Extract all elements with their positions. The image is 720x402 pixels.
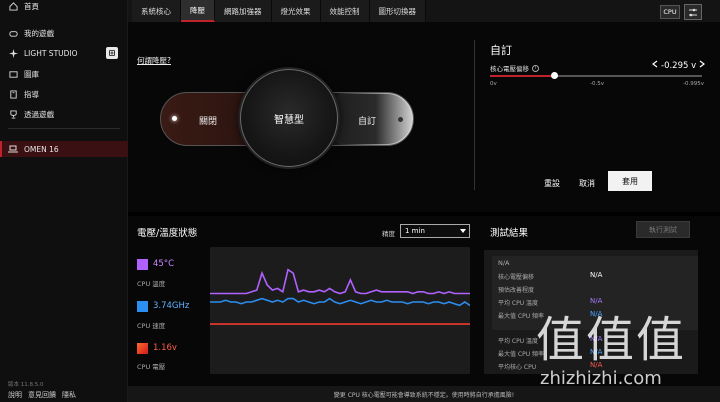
tab-performance-control[interactable]: 效能控制 [320,0,370,22]
mode-off-indicator [172,116,177,121]
granularity-select[interactable]: 1 min [400,224,470,238]
sidebar-item-label: 圖庫 [24,69,39,79]
mode-off-button[interactable]: 關閉 [199,114,217,127]
sidebar-item-home[interactable]: 首頁 [0,0,128,14]
cpu-temp-value: 45°C [153,259,175,269]
sidebar-item-gallery[interactable]: 圖庫 [0,66,128,82]
panel-divider [474,40,475,190]
sidebar-item-label: 首頁 [24,1,39,11]
offset-stepper: -0.295 v [652,60,706,71]
add-icon [109,50,115,56]
cancel-button[interactable]: 取消 [579,178,595,189]
chevron-left-icon[interactable] [652,60,658,71]
run-test-button[interactable]: 執行測試 [636,221,690,238]
sidebar-item-play-to-win[interactable]: 透過遊戲 [0,106,128,122]
result-label: 平均 CPU 溫度 [498,300,539,307]
sidebar-item-label: 我的遊戲 [24,28,54,38]
slider-tick-mid: -0.5v [590,81,604,87]
cpu-temp-label: CPU 溫度 [137,280,166,288]
add-button[interactable] [106,47,118,59]
guide-icon [8,89,18,99]
sidebar-item-label: OMEN 16 [24,144,59,154]
chart-series-line-1 [210,297,471,307]
privacy-link[interactable]: 隱私 [62,390,76,400]
sliders-icon [689,8,697,16]
status-title: 電壓/溫度狀態 [137,228,198,239]
slider-tick-min: 0v [490,81,497,87]
slider-tick-max: -0.995v [683,81,704,87]
watermark-logo: 值值值 [536,312,687,368]
gamepad-icon [8,28,18,38]
sidebar-item-omen-16[interactable]: OMEN 16 [0,141,128,157]
mode-custom-button[interactable]: 自訂 [358,114,376,127]
cpu-voltage-swatch [137,343,148,354]
result-value: N/A [590,271,603,279]
offset-label: 核心電壓偏移 [490,65,529,73]
sidebar-item-label: 透過遊戲 [24,109,54,119]
cpu-voltage-value: 1.16v [153,343,177,353]
what-is-undervolt-link[interactable]: 何謂降壓? [137,55,171,66]
tab-undervolt[interactable]: 降壓 [181,0,215,22]
sidebar-item-label: 指導 [24,89,39,99]
result-label: 預估改善程度 [498,287,535,294]
slider-handle[interactable] [550,72,558,79]
feedback-link[interactable]: 意見回饋 [28,390,56,400]
laptop-icon [8,144,18,154]
sidebar-divider [8,128,120,129]
cpu-voltage-label: CPU 電壓 [137,363,166,371]
cpu-speed-swatch [137,301,148,312]
sidebar: 首頁 我的遊戲 LIGHT STUDIO 圖庫 指導 透過遊戲 OMEN 16 … [0,0,128,402]
home-icon [8,1,18,11]
results-na-header: N/A [498,259,510,267]
result-label: 平均核心 CPU [498,364,537,371]
sidebar-item-my-games[interactable]: 我的遊戲 [0,25,128,41]
dropdown-arrow-icon [460,229,466,233]
slider-fill [490,75,554,77]
mode-smart-label: 智慧型 [274,114,304,126]
granularity-value: 1 min [405,227,425,235]
cpu-temp-swatch [137,259,148,270]
version-text: 版本 11.8.5.0 [8,382,44,388]
granularity-label: 精度 [382,230,395,238]
sidebar-item-label: LIGHT STUDIO [24,48,78,58]
tab-system-core[interactable]: 系統核心 [132,0,181,22]
chevron-right-icon[interactable] [699,60,706,71]
mode-smart-button[interactable]: 智慧型 [240,69,338,167]
cpu-speed-value: 3.74GHz [153,301,190,311]
result-label: 平均 CPU 溫度 [498,338,539,345]
offset-value: -0.295 v [661,60,697,71]
custom-title: 自訂 [490,44,512,57]
settings-button[interactable] [684,4,702,20]
help-link[interactable]: 說明 [8,390,22,400]
tab-network-booster[interactable]: 網路加強器 [215,0,272,22]
results-title: 測試結果 [490,228,529,239]
gallery-icon [8,69,18,79]
warning-text: 變更 CPU 核心電壓可能會導致系統不穩定。使用時將自行承擔風險! [333,391,515,399]
offset-label-row: 核心電壓偏移 i [490,63,539,73]
mode-custom-indicator [398,117,403,122]
chart-series-line-0 [210,268,470,295]
tab-graphics-switcher[interactable]: 圖形切換器 [369,0,426,22]
trophy-icon [8,109,18,119]
status-chart-svg [210,268,471,325]
watermark-url: zhizhizhi.com [540,368,662,389]
cpu-speed-label: CPU 速度 [137,322,166,330]
sparkle-icon [8,48,18,58]
result-label: 核心電壓偏移 [498,274,535,281]
tab-lighting[interactable]: 燈光效果 [271,0,321,22]
cpu-button[interactable]: CPU [660,5,680,19]
info-icon[interactable]: i [532,64,539,72]
sidebar-item-guide[interactable]: 指導 [0,86,128,102]
reset-button[interactable]: 重設 [544,178,560,189]
apply-button[interactable]: 套用 [608,171,652,191]
status-chart [210,247,471,374]
offset-slider[interactable] [490,72,702,79]
